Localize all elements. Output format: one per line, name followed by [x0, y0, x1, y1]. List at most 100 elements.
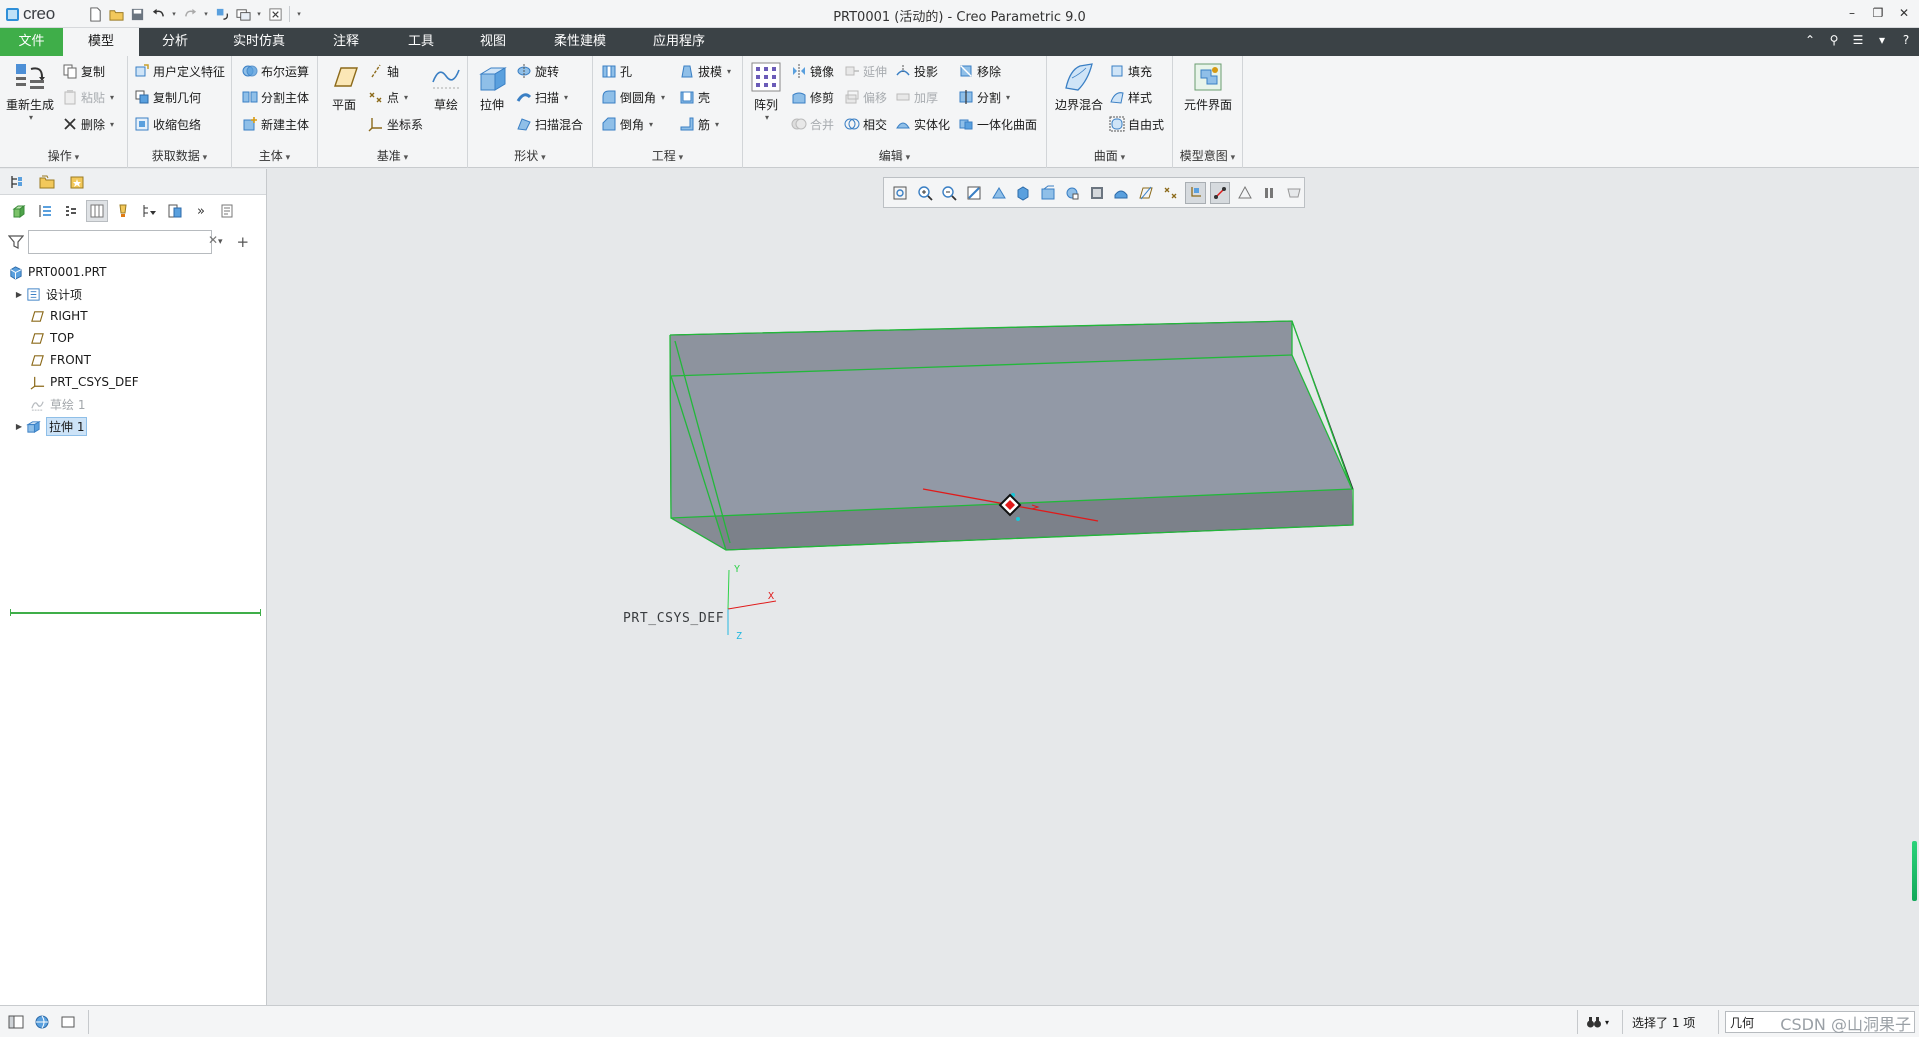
group-label-surfaces[interactable]: 曲面: [1047, 147, 1172, 164]
swept-blend-button[interactable]: 扫描混合: [516, 113, 583, 135]
zoom-out-icon[interactable]: [939, 182, 960, 204]
expand-arrow-icon[interactable]: ▶: [12, 290, 26, 299]
tree-search-input[interactable]: [28, 230, 212, 254]
collapse-all-icon[interactable]: [60, 200, 82, 222]
unify-surface-button[interactable]: 一体化曲面: [958, 113, 1037, 135]
sweep-button[interactable]: 扫描 ▾: [516, 86, 568, 108]
find-dropdown-icon[interactable]: ▾: [1605, 1018, 1609, 1027]
zoom-in-icon[interactable]: [915, 182, 936, 204]
annotation-plane-icon[interactable]: [1284, 182, 1305, 204]
shell-button[interactable]: 壳: [679, 86, 710, 108]
tree-settings-icon[interactable]: [164, 200, 186, 222]
close-button[interactable]: ✕: [1893, 3, 1915, 23]
pattern-dropdown-icon[interactable]: ▾: [765, 113, 769, 122]
delete-button[interactable]: 删除 ▾: [62, 113, 114, 135]
group-label-model-intent[interactable]: 模型意图: [1173, 147, 1242, 164]
split-body-button[interactable]: 分割主体: [242, 86, 309, 108]
tree-columns-icon[interactable]: [86, 200, 108, 222]
draft-dropdown-icon[interactable]: ▾: [727, 67, 731, 76]
regenerate-dropdown-icon[interactable]: ▾: [29, 113, 33, 122]
highlight-icon[interactable]: [112, 200, 134, 222]
tab-live-simulation[interactable]: 实时仿真: [211, 28, 307, 56]
copy-button[interactable]: 复制: [62, 60, 105, 82]
extrude-button[interactable]: 拉伸: [472, 60, 512, 113]
revolve-button[interactable]: 旋转: [516, 60, 559, 82]
group-label-body[interactable]: 主体: [232, 147, 317, 164]
tab-flexible-modeling[interactable]: 柔性建模: [529, 28, 631, 56]
fill-button[interactable]: 填充: [1109, 60, 1152, 82]
point-dropdown-icon[interactable]: ▾: [404, 93, 408, 102]
model-tree-tab-icon[interactable]: [6, 173, 28, 191]
remove-button[interactable]: 移除: [958, 60, 1001, 82]
tree-item-front[interactable]: FRONT: [0, 349, 266, 371]
project-button[interactable]: 投影: [895, 60, 938, 82]
show-bodies-icon[interactable]: [8, 200, 30, 222]
plane-button[interactable]: 平面: [324, 60, 364, 113]
new-file-icon[interactable]: [86, 5, 104, 23]
graphics-window[interactable]: Y X Z PRT_CSYS_DEF: [268, 169, 1919, 1005]
scroll-indicator[interactable]: [1912, 841, 1917, 901]
datum-planes-display-icon[interactable]: [1136, 182, 1157, 204]
tree-item-right[interactable]: RIGHT: [0, 305, 266, 327]
tab-applications[interactable]: 应用程序: [631, 28, 727, 56]
tab-analysis[interactable]: 分析: [139, 28, 211, 56]
add-column-icon[interactable]: +: [237, 233, 250, 251]
tab-view[interactable]: 视图: [457, 28, 529, 56]
split-dropdown-icon[interactable]: ▾: [1006, 93, 1010, 102]
model-viewport[interactable]: Y X Z PRT_CSYS_DEF: [268, 169, 1919, 1005]
command-search-icon[interactable]: ⚲: [1827, 33, 1841, 47]
component-interface-button[interactable]: 元件界面: [1179, 60, 1237, 113]
settings-icon[interactable]: ☰: [1851, 33, 1865, 47]
tree-item-part[interactable]: PRT0001.PRT: [0, 261, 266, 283]
find-button[interactable]: ▾: [1586, 1012, 1609, 1032]
filter-icon[interactable]: [8, 234, 24, 250]
draft-button[interactable]: 拔模 ▾: [679, 60, 731, 82]
tree-item-top[interactable]: TOP: [0, 327, 266, 349]
group-label-get-data[interactable]: 获取数据: [128, 147, 231, 164]
thicken-button[interactable]: 加厚: [895, 86, 938, 108]
chamfer-dropdown-icon[interactable]: ▾: [649, 120, 653, 129]
merge-button[interactable]: 合并: [791, 113, 834, 135]
ribbon-options-dropdown-icon[interactable]: ▾: [1875, 33, 1889, 47]
clear-search-icon[interactable]: ✕: [208, 233, 218, 247]
folder-browser-tab-icon[interactable]: [36, 173, 58, 191]
perspective-view-icon[interactable]: [988, 182, 1009, 204]
minimize-button[interactable]: –: [1841, 3, 1863, 23]
offset-button[interactable]: 偏移: [844, 86, 887, 108]
tree-item-extrude[interactable]: ▶ 拉伸 1: [0, 415, 266, 437]
undo-dropdown-icon[interactable]: ▾: [170, 5, 178, 23]
shrinkwrap-button[interactable]: 收缩包络: [134, 113, 201, 135]
udf-button[interactable]: 用户定义特征: [134, 60, 225, 82]
rib-dropdown-icon[interactable]: ▾: [715, 120, 719, 129]
paste-button[interactable]: 粘贴 ▾: [62, 86, 114, 108]
rib-button[interactable]: 筋 ▾: [679, 113, 719, 135]
tree-filters-icon[interactable]: [138, 200, 160, 222]
expand-all-icon[interactable]: [34, 200, 56, 222]
redo-dropdown-icon[interactable]: ▾: [202, 5, 210, 23]
close-window-icon[interactable]: [266, 5, 284, 23]
trim-button[interactable]: 修剪: [791, 86, 834, 108]
repaint-icon[interactable]: [964, 182, 985, 204]
extend-button[interactable]: 延伸: [844, 60, 887, 82]
sweep-dropdown-icon[interactable]: ▾: [564, 93, 568, 102]
regenerate-small-icon[interactable]: [213, 5, 231, 23]
tree-item-sketch[interactable]: 草绘 1: [0, 393, 266, 415]
display-style-icon[interactable]: [1013, 182, 1034, 204]
axis-button[interactable]: 轴: [368, 60, 399, 82]
spin-center-icon[interactable]: [1234, 182, 1255, 204]
fullscreen-toggle-icon[interactable]: [60, 1012, 76, 1032]
split-button[interactable]: 分割 ▾: [958, 86, 1010, 108]
copy-geometry-button[interactable]: 复制几何: [134, 86, 201, 108]
help-icon[interactable]: ?: [1899, 33, 1913, 47]
chamfer-button[interactable]: 倒角 ▾: [601, 113, 653, 135]
browser-toggle-icon[interactable]: [34, 1012, 50, 1032]
saved-orientations-icon[interactable]: [1037, 182, 1058, 204]
round-dropdown-icon[interactable]: ▾: [661, 93, 665, 102]
search-dropdown-icon[interactable]: ▾: [218, 237, 223, 247]
regenerate-button[interactable]: 重新生成 ▾: [4, 60, 56, 122]
style-button[interactable]: 样式: [1109, 86, 1152, 108]
windows-dropdown-icon[interactable]: ▾: [255, 5, 263, 23]
annotation-display-icon[interactable]: [1209, 181, 1231, 204]
datum-points-display-icon[interactable]: [1160, 182, 1181, 204]
mirror-button[interactable]: 镜像: [791, 60, 834, 82]
